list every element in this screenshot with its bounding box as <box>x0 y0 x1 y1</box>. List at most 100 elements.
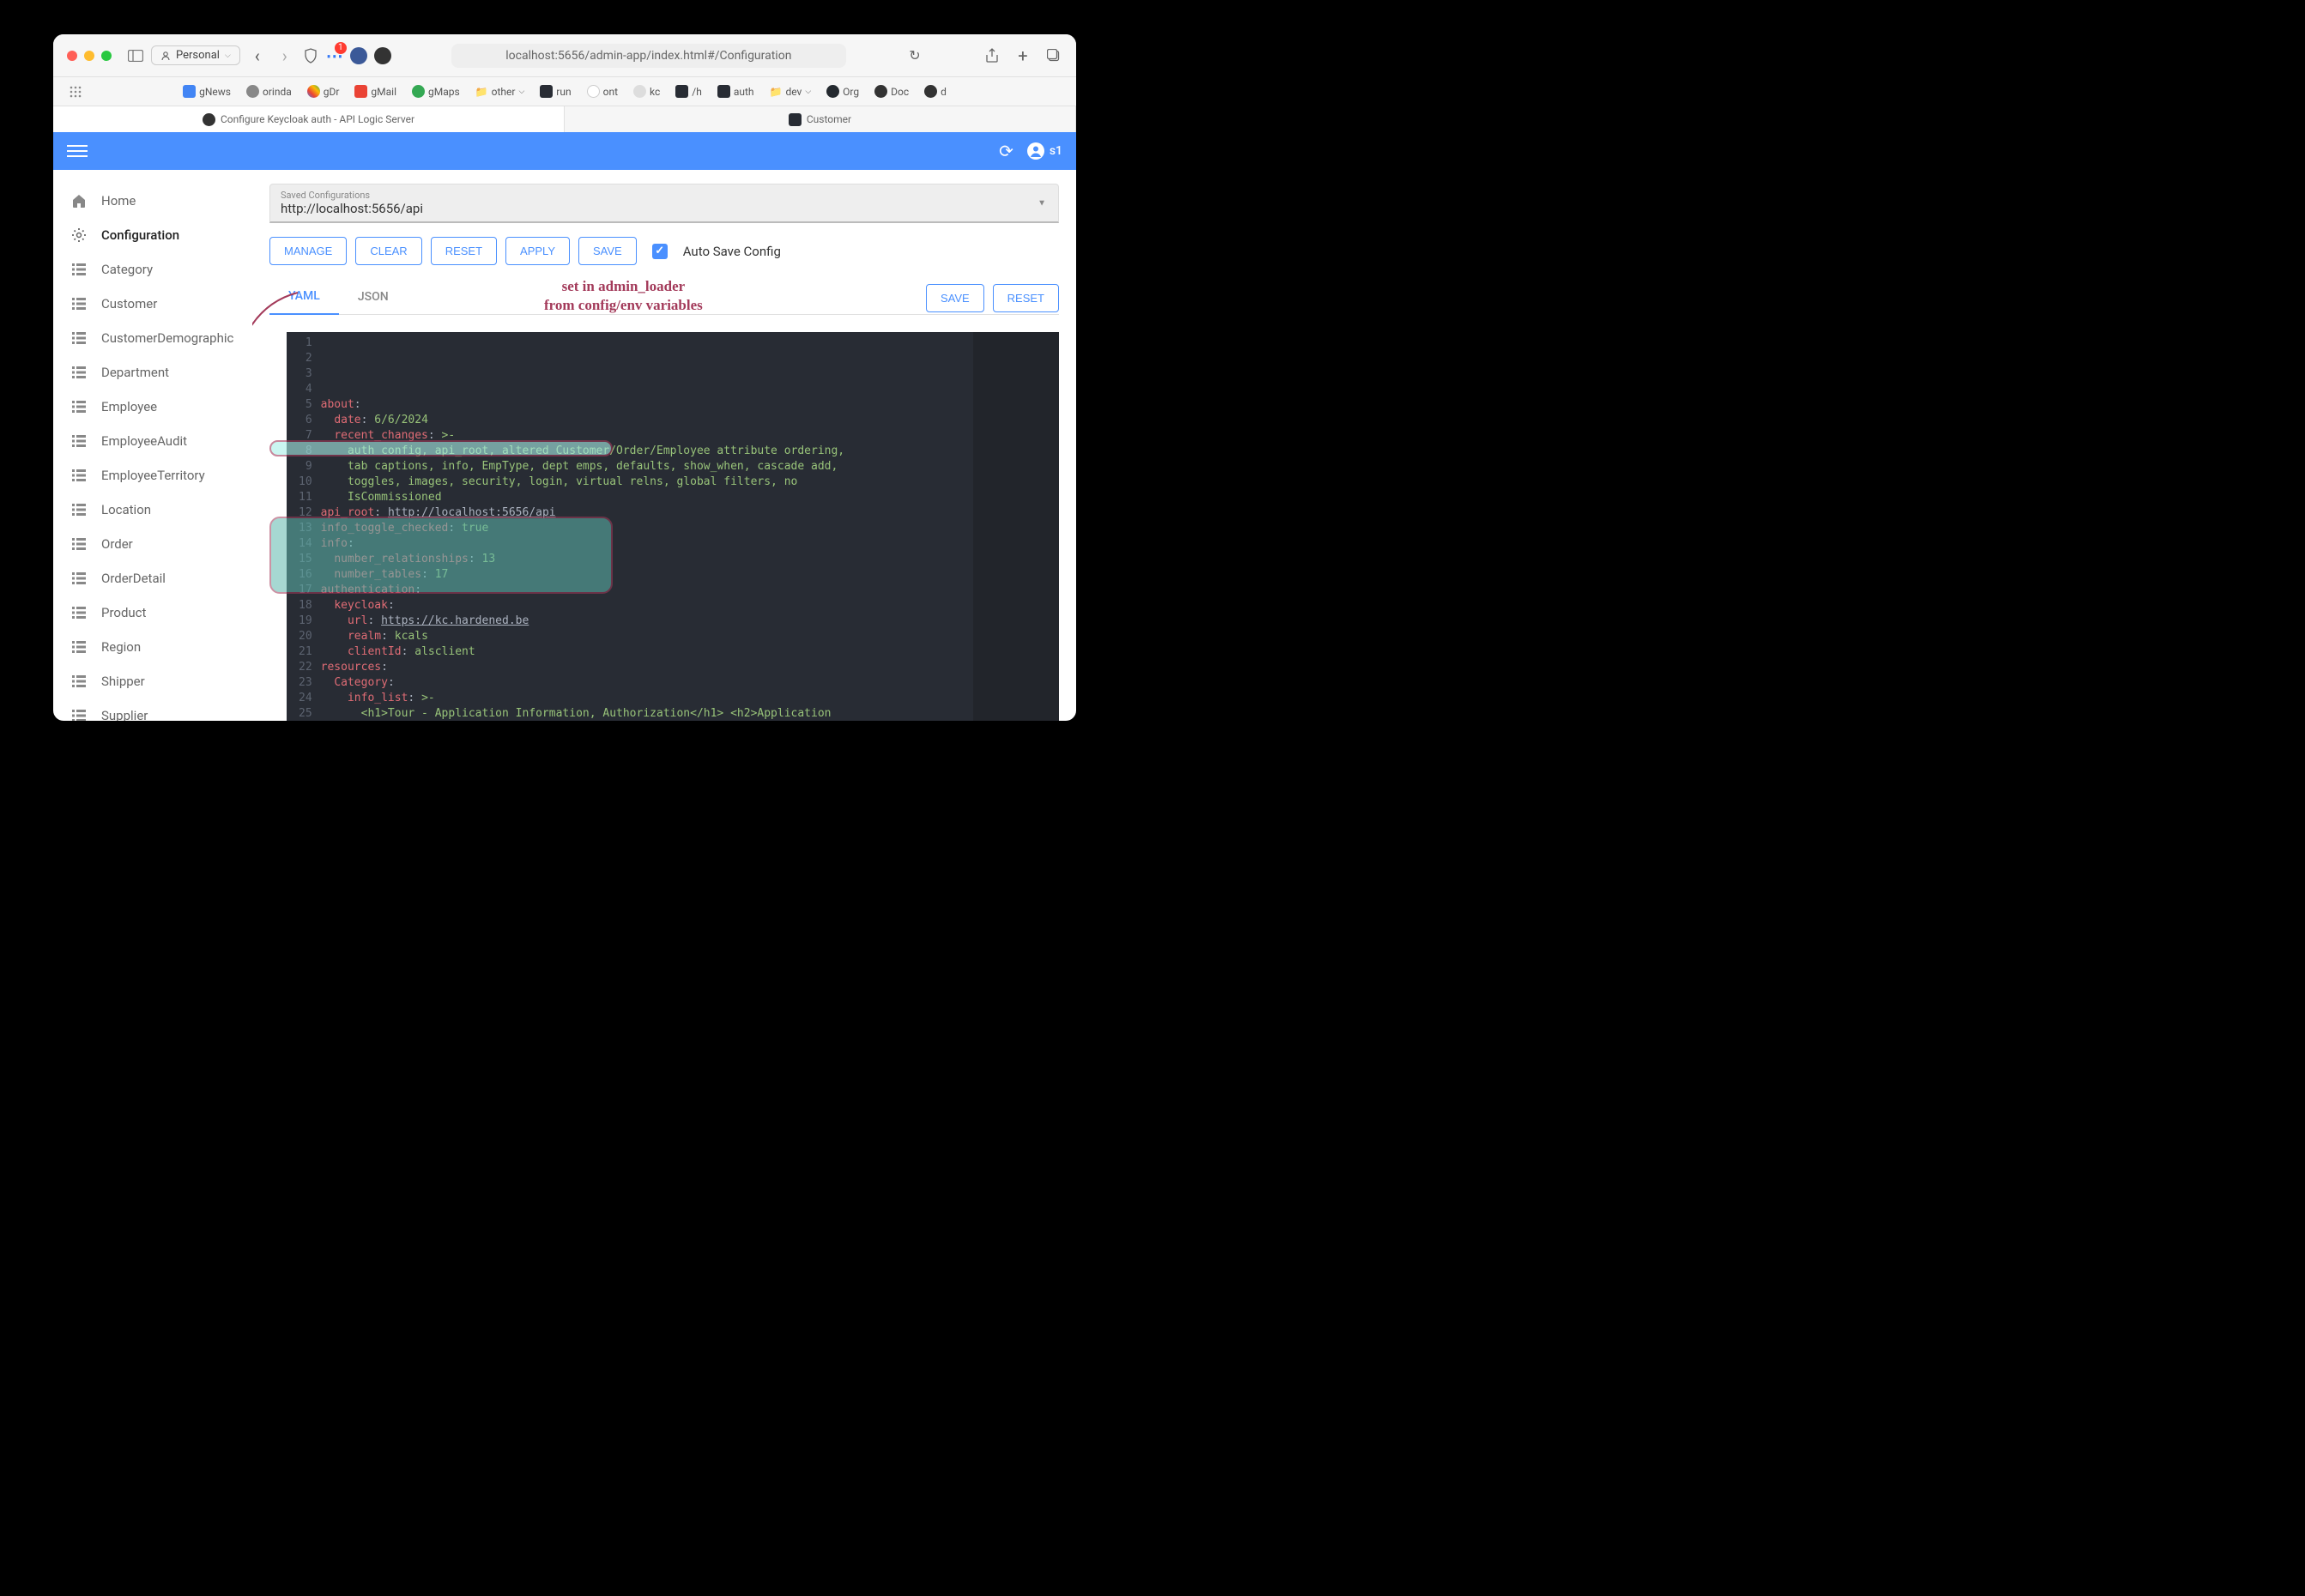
bookmark-item[interactable]: ont <box>587 85 618 98</box>
traffic-lights[interactable] <box>67 51 112 61</box>
minimap[interactable] <box>973 332 1059 721</box>
inner-reset-button[interactable]: RESET <box>993 284 1059 312</box>
sidebar-item-label: Department <box>101 365 169 380</box>
sidebar-item-customer[interactable]: Customer <box>53 287 252 321</box>
sidebar-item-category[interactable]: Category <box>53 252 252 287</box>
app-bar: ⟳ s1 <box>53 132 1076 170</box>
button-row: MANAGE CLEAR RESET APPLY SAVE Auto Save … <box>269 237 1059 265</box>
bookmark-item[interactable]: d <box>924 85 947 98</box>
extension-icon[interactable] <box>374 47 391 64</box>
yaml-tab[interactable]: YAML <box>269 279 339 315</box>
refresh-icon[interactable]: ⟳ <box>999 141 1013 161</box>
url-text: localhost:5656/admin-app/index.html#/Con… <box>505 49 791 63</box>
code-content[interactable]: about: date: 6/6/2024 recent_changes: >-… <box>321 332 973 721</box>
reset-button[interactable]: RESET <box>431 237 497 265</box>
yaml-editor[interactable]: 1234567891011121314151617181920212223242… <box>287 332 1059 721</box>
titlebar: Personal ⌵ ‹ › ⋯ 1 localhost:5656/admin-… <box>53 34 1076 77</box>
bookmark-item[interactable]: auth <box>717 85 754 98</box>
hamburger-menu-icon[interactable] <box>67 141 88 161</box>
sidebar-item-product[interactable]: Product <box>53 595 252 630</box>
bookmark-item[interactable]: run <box>540 85 571 98</box>
home-icon <box>70 192 88 209</box>
bookmark-item[interactable]: gMail <box>354 85 396 98</box>
sidebar-item-customerdemographic[interactable]: CustomerDemographic <box>53 321 252 355</box>
bookmark-item[interactable]: /h <box>675 85 702 98</box>
bookmark-item[interactable]: gDr <box>307 85 340 98</box>
sidebar-item-configuration[interactable]: Configuration <box>53 218 252 252</box>
sidebar-item-order[interactable]: Order <box>53 527 252 561</box>
gear-icon <box>70 227 88 244</box>
sidebar-item-employeeterritory[interactable]: EmployeeTerritory <box>53 458 252 493</box>
sidebar-item-supplier[interactable]: Supplier <box>53 698 252 721</box>
autosave-checkbox[interactable] <box>652 244 668 259</box>
sidebar-item-label: EmployeeAudit <box>101 433 187 449</box>
bookmark-item[interactable]: Doc <box>874 85 909 98</box>
inner-save-button[interactable]: SAVE <box>926 284 984 312</box>
list-icon <box>70 295 88 312</box>
minimize-window[interactable] <box>84 51 94 61</box>
bookmark-folder[interactable]: 📁dev ⌵ <box>770 86 812 98</box>
bookmark-item[interactable]: gNews <box>183 85 231 98</box>
sidebar-item-label: CustomerDemographic <box>101 330 233 346</box>
url-bar[interactable]: localhost:5656/admin-app/index.html#/Con… <box>451 44 846 68</box>
new-tab-icon[interactable]: + <box>1014 47 1032 64</box>
sidebar-item-shipper[interactable]: Shipper <box>53 664 252 698</box>
sidebar-item-label: OrderDetail <box>101 571 166 586</box>
extension-icon[interactable] <box>350 47 367 64</box>
bookmark-folder[interactable]: 📁other ⌵ <box>475 86 525 98</box>
list-icon <box>70 398 88 415</box>
json-tab[interactable]: JSON <box>339 280 408 314</box>
chevron-down-icon: ⌵ <box>225 51 231 60</box>
save-button[interactable]: SAVE <box>578 237 637 265</box>
browser-window: Personal ⌵ ‹ › ⋯ 1 localhost:5656/admin-… <box>53 34 1076 721</box>
maximize-window[interactable] <box>101 51 112 61</box>
reload-icon[interactable]: ↻ <box>906 47 923 64</box>
extension-menu[interactable]: ⋯ 1 <box>326 45 343 66</box>
favicon <box>789 113 802 126</box>
list-icon <box>70 501 88 518</box>
sidebar-item-department[interactable]: Department <box>53 355 252 390</box>
bookmark-item[interactable]: gMaps <box>412 85 460 98</box>
list-icon <box>70 673 88 690</box>
back-button[interactable]: ‹ <box>247 45 268 66</box>
apps-grid-icon[interactable] <box>67 83 84 100</box>
format-tabs: YAML JSON set in admin_loader from confi… <box>269 279 1059 315</box>
list-icon <box>70 707 88 721</box>
close-window[interactable] <box>67 51 77 61</box>
profile-selector[interactable]: Personal ⌵ <box>151 45 240 65</box>
shield-icon[interactable] <box>302 47 319 64</box>
sidebar-item-label: Supplier <box>101 708 148 721</box>
autosave-label: Auto Save Config <box>683 244 781 259</box>
bookmark-item[interactable]: orinda <box>246 85 292 98</box>
sidebar-toggle-icon[interactable] <box>127 47 144 64</box>
clear-button[interactable]: CLEAR <box>355 237 421 265</box>
sidebar-item-region[interactable]: Region <box>53 630 252 664</box>
sidebar-item-location[interactable]: Location <box>53 493 252 527</box>
sidebar-item-orderdetail[interactable]: OrderDetail <box>53 561 252 595</box>
user-icon <box>1027 142 1044 160</box>
forward-button[interactable]: › <box>275 45 295 66</box>
list-icon <box>70 261 88 278</box>
apply-button[interactable]: APPLY <box>505 237 570 265</box>
sidebar-item-employee[interactable]: Employee <box>53 390 252 424</box>
sidebar-item-home[interactable]: Home <box>53 184 252 218</box>
profile-name: Personal <box>176 49 220 62</box>
sidebar-item-label: EmployeeTerritory <box>101 468 205 483</box>
list-icon <box>70 570 88 587</box>
manage-button[interactable]: MANAGE <box>269 237 347 265</box>
list-icon <box>70 432 88 450</box>
tab-strip: Configure Keycloak auth - API Logic Serv… <box>53 106 1076 132</box>
sidebar-item-employeeaudit[interactable]: EmployeeAudit <box>53 424 252 458</box>
bookmark-item[interactable]: kc <box>633 85 660 98</box>
browser-tab[interactable]: Customer <box>565 106 1076 132</box>
saved-config-select[interactable]: Saved Configurations http://localhost:56… <box>269 184 1059 223</box>
share-icon[interactable] <box>983 47 1001 64</box>
browser-tab[interactable]: Configure Keycloak auth - API Logic Serv… <box>53 106 565 132</box>
main-content: Saved Configurations http://localhost:56… <box>252 170 1076 721</box>
tabs-overview-icon[interactable] <box>1045 47 1062 64</box>
sidebar-item-label: Employee <box>101 399 157 414</box>
list-icon <box>70 535 88 553</box>
bookmark-item[interactable]: Org <box>826 85 859 98</box>
user-chip[interactable]: s1 <box>1027 142 1062 160</box>
sidebar-item-label: Product <box>101 605 146 620</box>
